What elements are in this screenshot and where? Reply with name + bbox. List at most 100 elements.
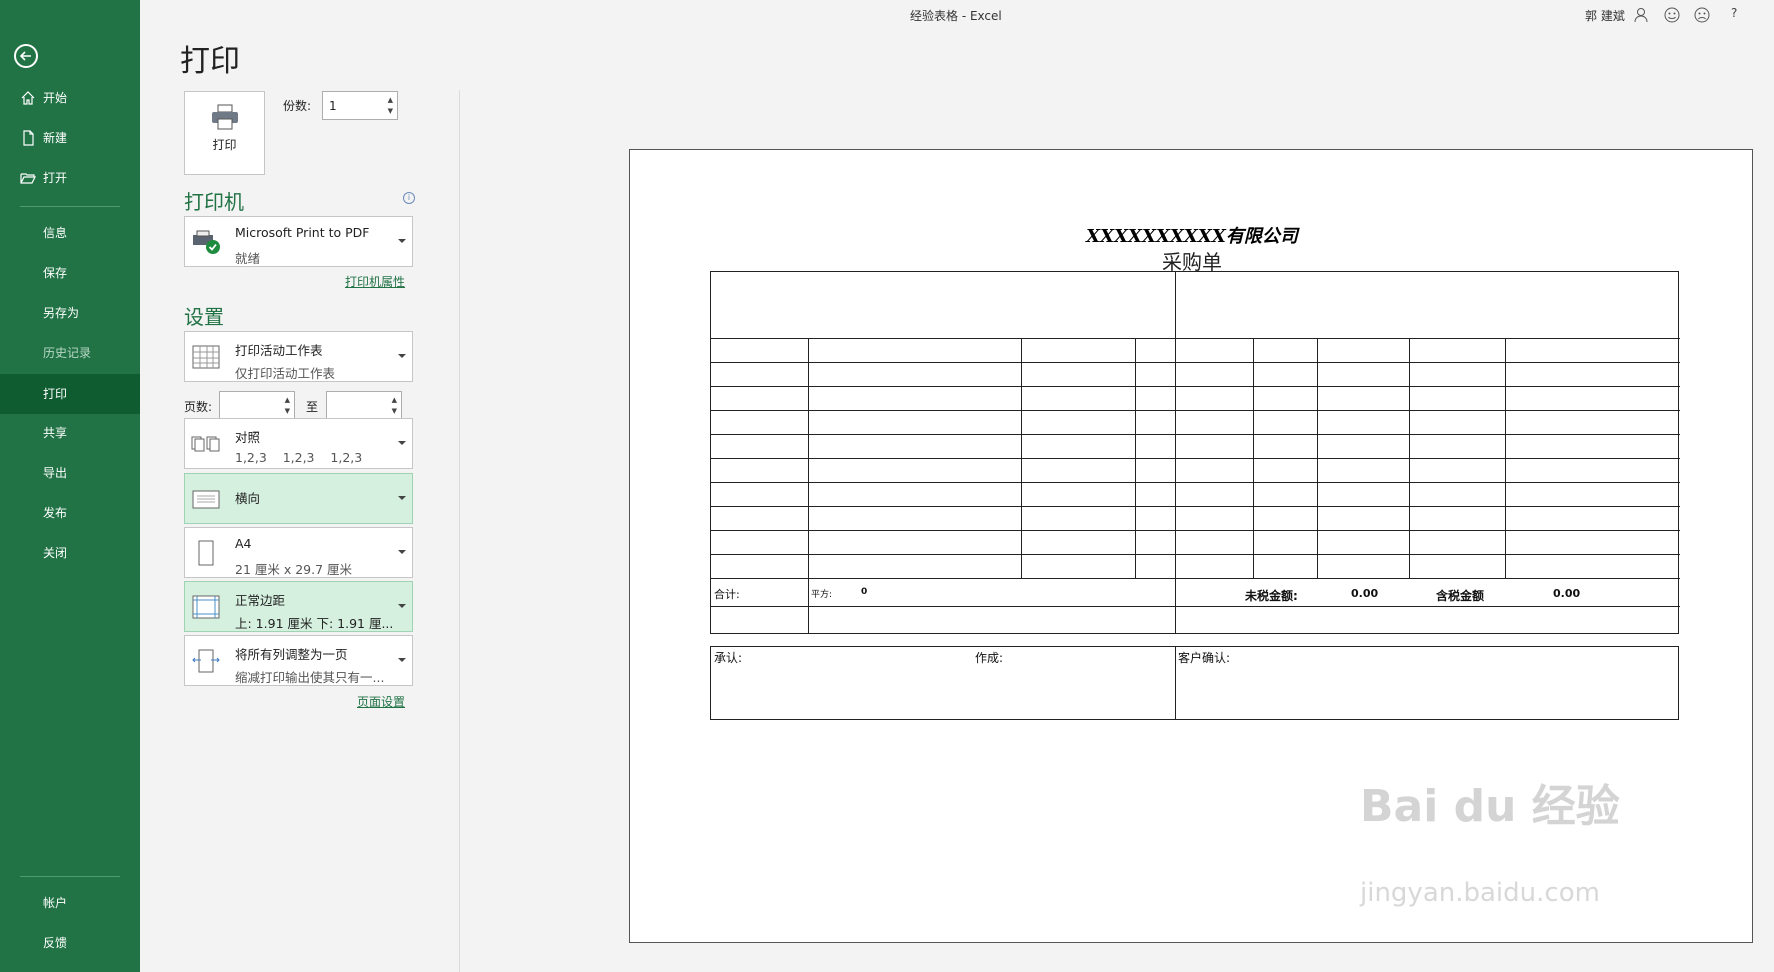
sidebar-item-print[interactable]: 打印 — [0, 374, 140, 414]
sidebar-item-new[interactable]: 新建 — [0, 119, 140, 157]
sidebar-divider — [20, 876, 120, 877]
panel-divider — [459, 90, 460, 972]
sidebar-item-save[interactable]: 保存 — [0, 254, 140, 292]
print-what-dropdown[interactable]: 打印活动工作表 仅打印活动工作表 — [184, 331, 413, 382]
user-name[interactable]: 郭 建斌 — [1585, 7, 1625, 24]
margins-title: 正常边距 — [235, 593, 286, 608]
watermark-logo: Bai du 经验 — [1360, 781, 1620, 832]
margins-dropdown[interactable]: 正常边距 上: 1.91 厘米 下: 1.91 厘... — [184, 581, 413, 632]
sidebar-item-history[interactable]: 历史记录 — [0, 334, 140, 372]
approve-label: 承认: — [714, 651, 743, 665]
pages-label: 页数: — [184, 400, 213, 414]
collation-dropdown[interactable]: 对照 1,2,3 1,2,3 1,2,3 — [184, 418, 413, 469]
scaling-subtitle: 缩减打印输出使其只有一... — [235, 670, 385, 685]
orientation-dropdown[interactable]: 横向 — [184, 473, 413, 524]
chevron-down-icon — [398, 604, 406, 608]
paper-title: A4 — [235, 536, 252, 551]
spin-up-icon[interactable]: ▲ — [388, 96, 393, 104]
sidebar-item-label: 反馈 — [43, 936, 68, 950]
new-document-icon — [23, 130, 34, 146]
margins-subtitle: 上: 1.91 厘米 下: 1.91 厘... — [235, 616, 394, 631]
watermark-url: jingyan.baidu.com — [1360, 878, 1600, 908]
sidebar-item-feedback[interactable]: 反馈 — [0, 924, 140, 962]
sidebar-item-account[interactable]: 帐户 — [0, 884, 140, 922]
company-name: XXXXXXXXXX有限公司 — [1086, 226, 1298, 247]
printer-ready-icon — [193, 230, 220, 254]
sidebar-item-label: 打印 — [43, 387, 68, 401]
sidebar-item-label: 打开 — [43, 171, 68, 185]
page-to-input[interactable]: ▲ ▼ — [326, 391, 402, 420]
sidebar-item-label: 信息 — [43, 226, 68, 240]
home-icon — [21, 91, 35, 105]
table-line — [1175, 647, 1176, 719]
spin-down-icon[interactable]: ▼ — [285, 407, 290, 415]
purchase-order-table: 合计: 平方: 0 未税金额: 0.00 含税金额 0.00 — [710, 271, 1680, 634]
customer-confirm-label: 客户确认: — [1178, 651, 1231, 665]
sidebar-item-home[interactable]: 开始 — [0, 79, 140, 117]
orientation-title: 横向 — [235, 491, 261, 506]
sidebar-item-label: 导出 — [43, 466, 68, 480]
margins-icon — [192, 595, 220, 619]
table-line — [711, 578, 1680, 579]
table-line — [808, 338, 809, 634]
table-line — [711, 434, 1680, 435]
copies-label: 份数: — [283, 99, 312, 113]
frown-icon[interactable] — [1693, 6, 1711, 24]
table-line — [711, 606, 1680, 607]
spin-up-icon[interactable]: ▲ — [392, 396, 397, 404]
page-from-input[interactable]: ▲ ▼ — [219, 391, 295, 420]
to-label: 至 — [306, 400, 319, 414]
print-button-label: 打印 — [212, 138, 237, 152]
smile-icon[interactable] — [1663, 6, 1681, 24]
chevron-down-icon — [398, 354, 406, 358]
print-what-title: 打印活动工作表 — [235, 343, 323, 358]
portrait-page-icon — [198, 540, 214, 566]
copies-value: 1 — [329, 99, 337, 113]
table-line — [711, 410, 1680, 411]
chevron-down-icon — [398, 658, 406, 662]
print-button[interactable]: 打印 — [184, 91, 265, 175]
spin-down-icon[interactable]: ▼ — [388, 107, 393, 115]
backstage-sidebar: 开始 新建 打开 信息 保存 另存为 历史记录 打印 共享 导出 发布 关闭 帐… — [0, 0, 140, 972]
printer-properties-link[interactable]: 打印机属性 — [345, 273, 405, 290]
fit-columns-icon — [192, 649, 220, 673]
total-label: 合计: — [714, 588, 740, 601]
info-icon[interactable]: i — [403, 192, 415, 204]
copies-input[interactable]: 1 ▲ ▼ — [322, 91, 398, 120]
scaling-dropdown[interactable]: 将所有列调整为一页 缩减打印输出使其只有一... — [184, 635, 413, 686]
window-title: 经验表格 - Excel — [910, 9, 1002, 23]
printer-icon — [211, 104, 238, 130]
user-avatar-icon[interactable] — [1632, 6, 1650, 24]
printer-name: Microsoft Print to PDF — [235, 225, 370, 240]
table-line — [711, 554, 1680, 555]
paper-subtitle: 21 厘米 x 29.7 厘米 — [235, 562, 353, 577]
sidebar-item-label: 另存为 — [43, 306, 80, 320]
back-arrow-icon[interactable] — [14, 44, 38, 68]
help-icon[interactable]: ? — [1731, 6, 1737, 20]
table-line — [711, 386, 1680, 387]
sidebar-item-label: 帐户 — [43, 896, 68, 910]
table-line — [711, 362, 1680, 363]
printer-dropdown[interactable]: Microsoft Print to PDF 就绪 — [184, 216, 413, 267]
area-label: 平方: — [811, 590, 833, 600]
sidebar-item-open[interactable]: 打开 — [0, 159, 140, 197]
sidebar-item-close[interactable]: 关闭 — [0, 534, 140, 572]
table-line — [711, 338, 1680, 339]
chevron-down-icon — [398, 550, 406, 554]
table-line — [1317, 338, 1318, 578]
sidebar-item-export[interactable]: 导出 — [0, 454, 140, 492]
sidebar-item-label: 保存 — [43, 266, 68, 280]
paper-size-dropdown[interactable]: A4 21 厘米 x 29.7 厘米 — [184, 527, 413, 578]
spin-down-icon[interactable]: ▼ — [392, 407, 397, 415]
table-line — [711, 458, 1680, 459]
sidebar-item-publish[interactable]: 发布 — [0, 494, 140, 532]
table-line — [1409, 338, 1410, 578]
area-value: 0 — [861, 587, 868, 597]
sidebar-item-info[interactable]: 信息 — [0, 214, 140, 252]
landscape-page-icon — [192, 490, 220, 509]
sidebar-item-share[interactable]: 共享 — [0, 414, 140, 452]
page-setup-link[interactable]: 页面设置 — [357, 693, 405, 710]
sidebar-item-save-as[interactable]: 另存为 — [0, 294, 140, 332]
table-line — [711, 482, 1680, 483]
spin-up-icon[interactable]: ▲ — [285, 396, 290, 404]
